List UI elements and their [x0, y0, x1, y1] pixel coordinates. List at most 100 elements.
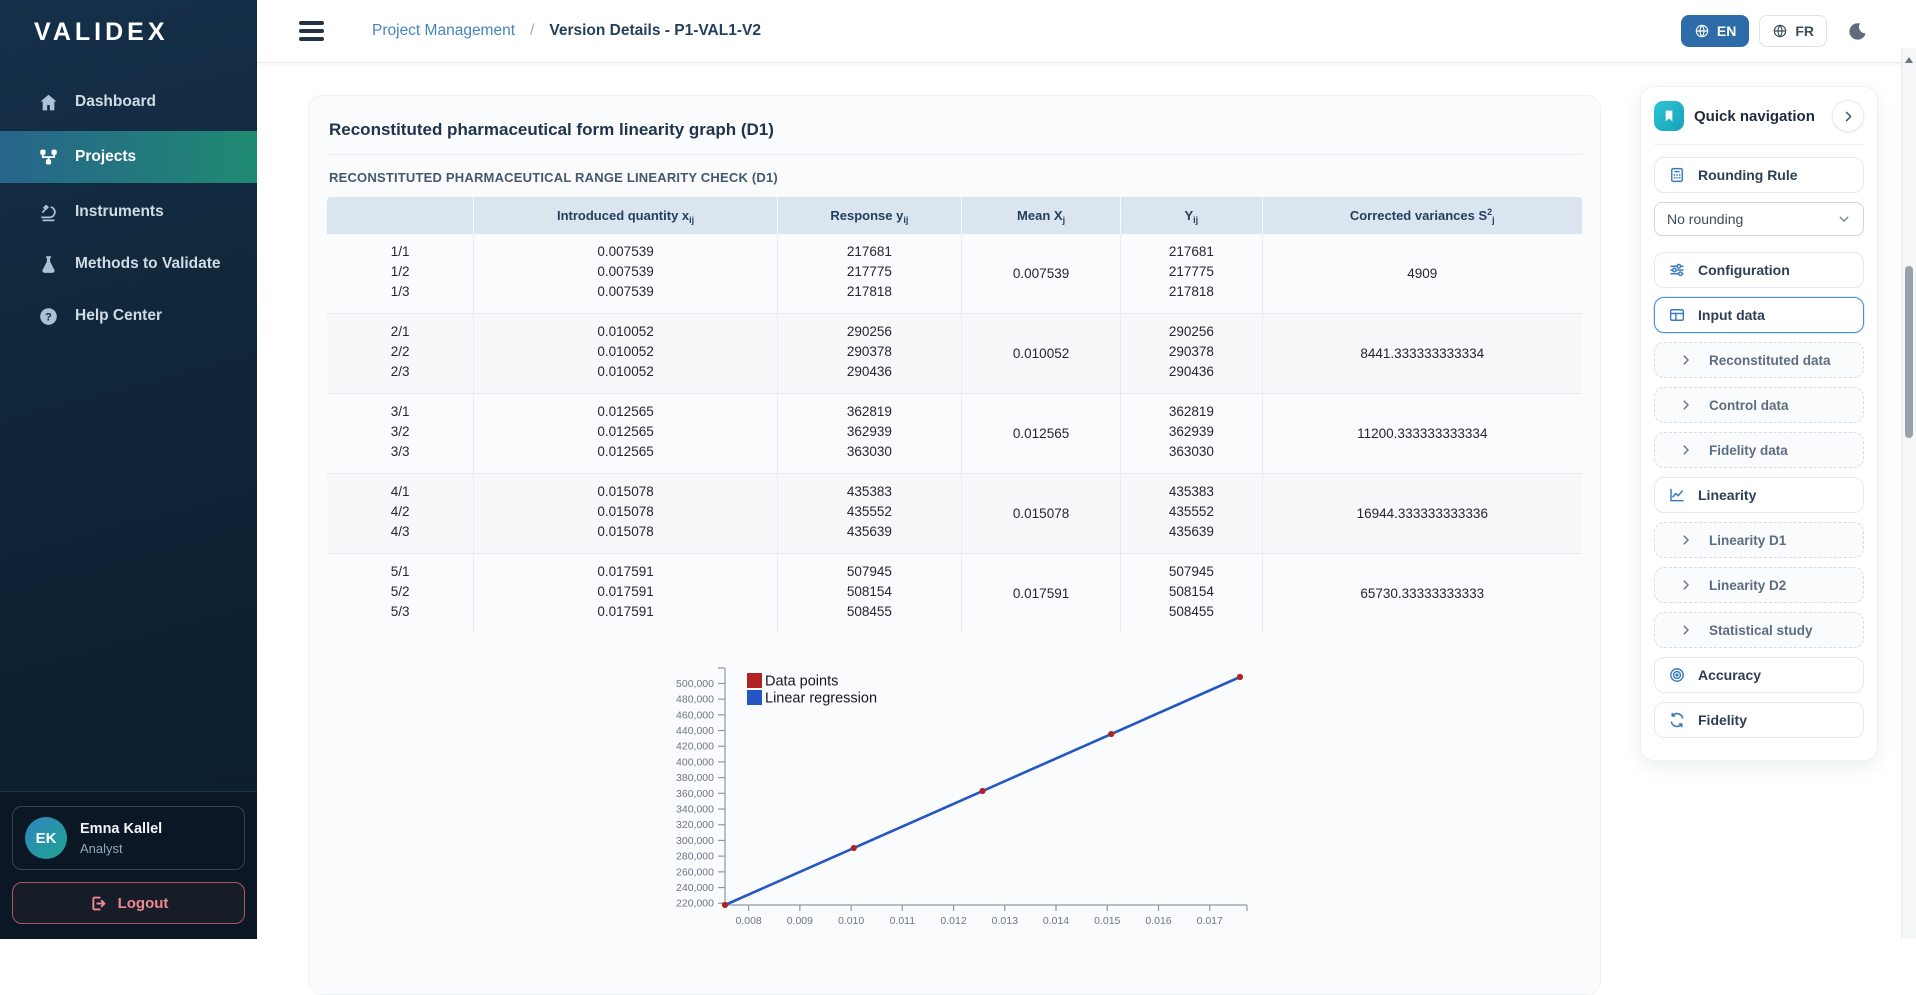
quicknav-item-accuracy[interactable]: Accuracy: [1654, 657, 1864, 693]
cell-value: 0.007539: [474, 285, 777, 299]
cell-value: 8441.333333333334: [1360, 346, 1484, 361]
cell-value: 217775: [1121, 265, 1261, 279]
cell-value: 2/2: [327, 345, 473, 359]
column-header: Introduced quantity xij: [474, 197, 778, 234]
quicknav-item-label: Accuracy: [1698, 667, 1761, 683]
response-cell: 507945508154508455: [778, 554, 962, 633]
scrollbar-thumb[interactable]: [1905, 266, 1913, 438]
user-card: EK Emna Kallel Analyst: [12, 806, 245, 870]
column-header: Mean Xj: [962, 197, 1121, 234]
quicknav-subitem-linearity-d1[interactable]: Linearity D1: [1654, 522, 1864, 558]
svg-text:500,000: 500,000: [676, 678, 714, 690]
table-group: 3/13/23/30.0125650.0125650.0125653628193…: [327, 393, 1582, 473]
header-text: Y: [1185, 208, 1194, 223]
dark-mode-moon-icon[interactable]: [1847, 21, 1868, 42]
rounding-rule-select[interactable]: No rounding: [1654, 202, 1864, 236]
cell-value: 4/3: [327, 525, 473, 539]
svg-text:0.016: 0.016: [1145, 915, 1171, 927]
cell-value: 3/2: [327, 425, 473, 439]
scrollbar-up-arrow[interactable]: [1905, 57, 1913, 63]
page-scrollbar[interactable]: [1901, 48, 1916, 939]
cell-value: 508154: [1121, 585, 1261, 599]
quicknav-item-configuration[interactable]: Configuration: [1654, 252, 1864, 288]
sidebar-item-label: Instruments: [75, 203, 164, 221]
response-cell: 290256290378290436: [778, 314, 962, 393]
cell-value: 5/1: [327, 565, 473, 579]
sidebar-nav: Dashboard Projects Instruments Methods to V…: [0, 79, 257, 339]
user-info: Emna Kallel Analyst: [80, 821, 162, 856]
quicknav-subitem-fidelity-data[interactable]: Fidelity data: [1654, 432, 1864, 468]
table-title: RECONSTITUTED PHARMACEUTICAL RANGE LINEA…: [329, 170, 1580, 185]
chevron-right-icon: [1679, 533, 1693, 547]
chart-container: 220,000240,000260,000280,000300,000320,0…: [327, 647, 1582, 941]
topbar-right: EN FR: [1681, 15, 1868, 47]
quicknav-item-rounding-rule[interactable]: Rounding Rule: [1654, 157, 1864, 193]
sidebar-item-projects[interactable]: Projects: [0, 131, 257, 183]
column-header: Response yij: [778, 197, 962, 234]
app-logo: VALIDEX: [0, 0, 257, 47]
svg-text:0.015: 0.015: [1094, 915, 1120, 927]
quicknav-subitem-control-data[interactable]: Control data: [1654, 387, 1864, 423]
quicknav-subitem-statistical-study[interactable]: Statistical study: [1654, 612, 1864, 648]
quicknav-subitem-label: Linearity D1: [1709, 533, 1786, 548]
cell-value: 0.012565: [474, 445, 777, 459]
quicknav-item-linearity[interactable]: Linearity: [1654, 477, 1864, 513]
sidebar-item-help-center[interactable]: ?Help Center: [0, 293, 257, 339]
language-button-fr[interactable]: FR: [1759, 15, 1827, 47]
mean-cell: 0.007539: [962, 234, 1121, 313]
cell-value: 290436: [1121, 365, 1261, 379]
language-button-en[interactable]: EN: [1681, 15, 1749, 47]
cell-value: 362939: [1121, 425, 1261, 439]
row-label-cell: 1/11/21/3: [327, 234, 474, 313]
sidebar-item-methods-to-validate[interactable]: Methods to Validate: [0, 241, 257, 287]
sidebar: VALIDEX Dashboard Projects Instruments Meth…: [0, 0, 257, 939]
cell-value: 362939: [778, 425, 961, 439]
sidebar-item-instruments[interactable]: Instruments: [0, 189, 257, 235]
cell-value: 435639: [778, 525, 961, 539]
svg-text:460,000: 460,000: [676, 709, 714, 721]
svg-text:480,000: 480,000: [676, 694, 714, 706]
cell-value: 0.015078: [1013, 506, 1069, 521]
cell-value: 0.015078: [474, 525, 777, 539]
header-text: Introduced quantity x: [557, 208, 689, 223]
header-text: Corrected variances S: [1350, 208, 1487, 223]
cell-value: 217681: [1121, 245, 1261, 259]
sidebar-item-label: Projects: [75, 148, 136, 166]
quicknav-item-label: Fidelity: [1698, 712, 1747, 728]
collapse-panel-button[interactable]: [1832, 100, 1864, 132]
cell-value: 507945: [1121, 565, 1261, 579]
svg-text:0.014: 0.014: [1042, 915, 1068, 927]
svg-text:0.010: 0.010: [837, 915, 863, 927]
cell-value: 0.015078: [474, 505, 777, 519]
hamburger-menu-icon[interactable]: [299, 21, 324, 41]
sidebar-item-label: Help Center: [75, 307, 162, 325]
quicknav-subitem-reconstituted-data[interactable]: Reconstituted data: [1654, 342, 1864, 378]
header-text: Response y: [830, 208, 903, 223]
legend-label: Linear regression: [765, 691, 877, 707]
svg-text:320,000: 320,000: [676, 819, 714, 831]
quicknav-subitem-linearity-d2[interactable]: Linearity D2: [1654, 567, 1864, 603]
chevron-down-icon: [1837, 212, 1851, 226]
row-label-cell: 5/15/25/3: [327, 554, 474, 633]
table-group: 4/14/24/30.0150780.0150780.0150784353834…: [327, 473, 1582, 553]
breadcrumb-parent-link[interactable]: Project Management: [372, 22, 515, 40]
quicknav-subitem-label: Fidelity data: [1709, 443, 1788, 458]
svg-text:0.011: 0.011: [889, 915, 915, 927]
cell-value: 0.007539: [474, 245, 777, 259]
line-chart-icon: [1668, 486, 1686, 504]
cell-value: 362819: [1121, 405, 1261, 419]
cell-value: 1/2: [327, 265, 473, 279]
quicknav-subitem-label: Control data: [1709, 398, 1789, 413]
response-cell: 362819362939363030: [778, 394, 962, 473]
logout-button[interactable]: Logout: [12, 882, 245, 924]
cell-value: 16944.333333333336: [1357, 506, 1488, 521]
svg-text:0.008: 0.008: [735, 915, 761, 927]
breadcrumb-current: Version Details - P1-VAL1-V2: [549, 22, 761, 40]
sidebar-item-dashboard[interactable]: Dashboard: [0, 79, 257, 125]
quicknav-item-input-data[interactable]: Input data: [1654, 297, 1864, 333]
header-subscript: ij: [1193, 215, 1198, 225]
y-value-cell: 217681217775217818: [1121, 234, 1262, 313]
cell-value: 0.017591: [474, 605, 777, 619]
quicknav-item-fidelity[interactable]: Fidelity: [1654, 702, 1864, 738]
refresh-icon: [1668, 711, 1686, 729]
